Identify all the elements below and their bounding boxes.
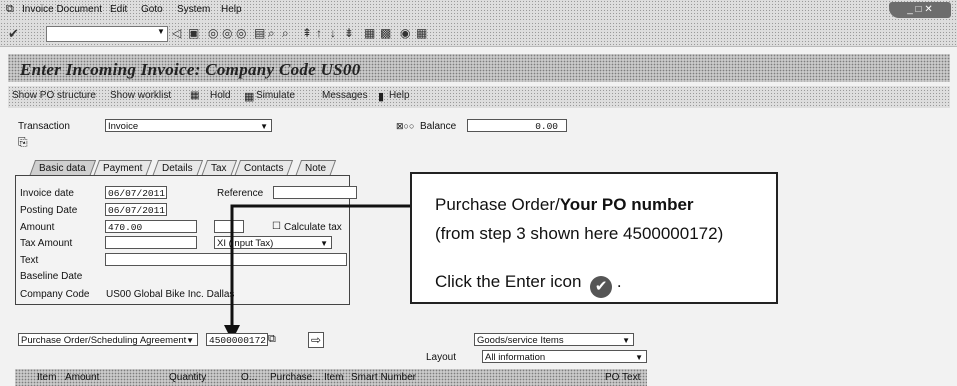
callout-line-1: Purchase Order/Your PO number bbox=[435, 195, 694, 215]
column-header-smart-number[interactable]: Smart Number bbox=[351, 372, 416, 383]
column-header-amount[interactable]: Amount bbox=[65, 372, 99, 383]
reference-type-value: Purchase Order/Scheduling Agreement bbox=[21, 335, 187, 346]
column-header-quantity[interactable]: Quantity bbox=[169, 372, 206, 383]
purchase-order-number-field[interactable]: 4500000172 bbox=[206, 333, 268, 346]
item-type-select[interactable]: Goods/service Items ▼ bbox=[474, 333, 634, 346]
callout-prefix: Purchase Order/ bbox=[435, 195, 560, 214]
items-table-header: Item Amount Quantity O... Purchase... It… bbox=[15, 369, 647, 386]
chevron-down-icon: ▼ bbox=[622, 336, 630, 345]
callout-suffix: . bbox=[616, 272, 622, 291]
column-header-po-item[interactable]: Item bbox=[324, 372, 343, 383]
callout-line-3: Click the Enter icon ✔ . bbox=[435, 272, 622, 298]
item-type-value: Goods/service Items bbox=[477, 335, 564, 346]
column-header-order-unit[interactable]: O... bbox=[241, 372, 257, 383]
enter-icon: ✔ bbox=[590, 276, 613, 298]
search-help-icon[interactable]: ⇨ bbox=[308, 332, 324, 348]
layout-label: Layout bbox=[426, 352, 457, 363]
instruction-callout: Purchase Order/Your PO number (from step… bbox=[410, 172, 778, 304]
callout-connector-line bbox=[230, 204, 410, 325]
column-header-purchase-order[interactable]: Purchase... bbox=[270, 372, 321, 383]
chevron-down-icon: ▼ bbox=[635, 353, 643, 362]
layout-select[interactable]: All information ▼ bbox=[482, 350, 647, 363]
column-header-item[interactable]: Item bbox=[37, 372, 56, 383]
callout-click-text: Click the Enter icon bbox=[435, 272, 582, 291]
layout-value: All information bbox=[485, 352, 546, 363]
reference-document-type-select[interactable]: Purchase Order/Scheduling Agreement ▼ bbox=[18, 333, 198, 346]
callout-line-2: (from step 3 shown here 4500000172) bbox=[435, 224, 724, 243]
chevron-down-icon: ▼ bbox=[186, 336, 194, 345]
column-header-po-text[interactable]: PO Text bbox=[605, 372, 640, 383]
multiple-selection-icon[interactable]: ⧉ bbox=[268, 333, 276, 346]
callout-bold: Your PO number bbox=[559, 195, 694, 214]
